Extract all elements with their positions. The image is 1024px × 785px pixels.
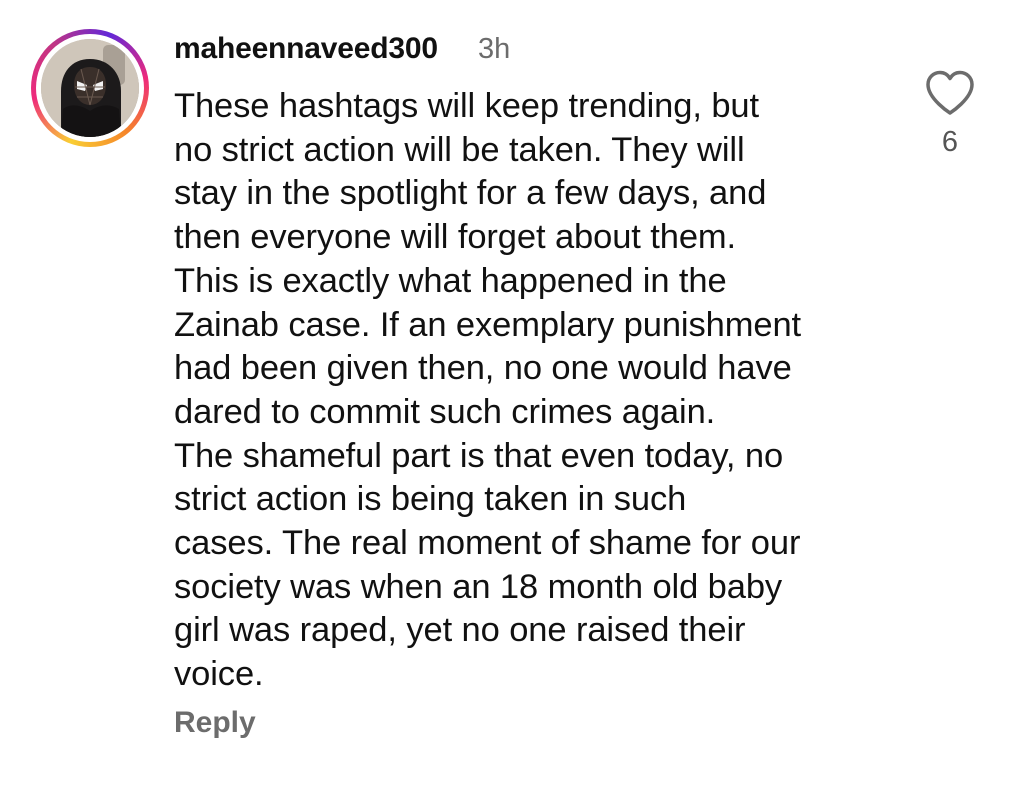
heart-outline-icon — [926, 70, 974, 115]
comment-text: These hashtags will keep trending, but n… — [174, 87, 802, 694]
avatar-photo-icon — [41, 39, 139, 137]
comment-username[interactable]: maheennaveed300 — [174, 32, 438, 66]
comment-timestamp: 3h — [478, 33, 511, 65]
comment-item: maheennaveed300 3h These hashtags will k… — [0, 0, 1024, 785]
avatar — [41, 39, 139, 137]
avatar-story-ring[interactable] — [31, 29, 149, 147]
like-button[interactable] — [923, 68, 977, 118]
reply-button[interactable]: Reply — [174, 706, 256, 740]
like-count: 6 — [941, 126, 959, 158]
avatar-border — [36, 34, 144, 142]
